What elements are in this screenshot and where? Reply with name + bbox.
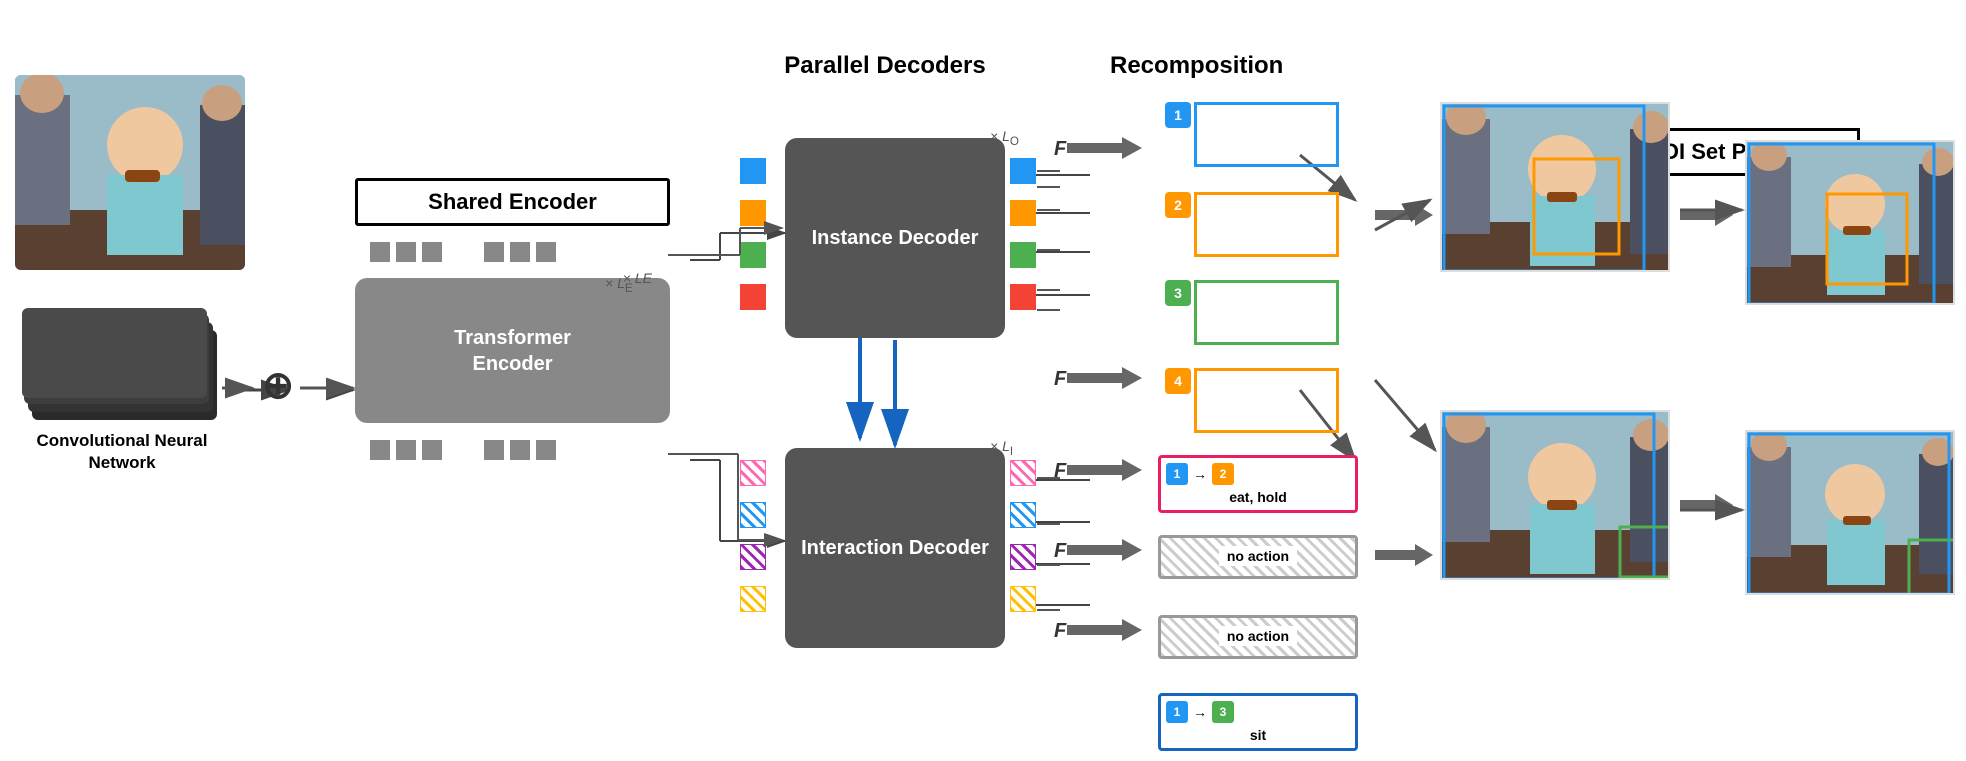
interaction-decoder-box: Interaction Decoder — [785, 448, 1005, 648]
result-image-2 — [1440, 410, 1670, 580]
f-label-3: F — [1054, 460, 1066, 483]
interaction-decoder-label: Interaction Decoder — [801, 535, 989, 561]
to-hoi-arrow-2 — [1680, 490, 1735, 525]
transformer-encoder-box: × LE TransformerEncoder — [355, 278, 670, 423]
instance-box-3: 3 — [1165, 280, 1339, 345]
f-arrow-2 — [1067, 363, 1147, 400]
interaction-result-2: no action — [1158, 535, 1358, 579]
shared-encoder-box: Shared Encoder — [355, 178, 670, 226]
parallel-decoders-label: Parallel Decoders — [720, 52, 1050, 80]
f-label-1: F — [1054, 138, 1066, 161]
interaction-result-3: no action — [1158, 615, 1358, 659]
shared-encoder-label: Shared Encoder — [428, 189, 597, 214]
no-action-label-1: no action — [1219, 546, 1297, 566]
f-label-4: F — [1054, 540, 1066, 563]
input-image — [15, 75, 245, 270]
instance-box-2: 2 — [1165, 192, 1339, 257]
interaction-result-4: 1 → 3 sit — [1158, 693, 1358, 751]
interaction-result-1: 1 → 2 eat, hold — [1158, 455, 1358, 513]
f-label-2: F — [1054, 368, 1066, 391]
times-le: × LE — [605, 275, 633, 295]
cnn-visual — [22, 310, 222, 420]
instance-decoder-label: Instance Decoder — [812, 225, 979, 251]
result-image-1 — [1440, 102, 1670, 272]
diagram-container: Convolutional Neural Network ⊕ Shared En… — [0, 0, 1966, 761]
plus-symbol: ⊕ — [258, 365, 298, 405]
instance-decoder-box: Instance Decoder — [785, 138, 1005, 338]
eat-hold-label: eat, hold — [1166, 489, 1350, 505]
f-arrow-5 — [1067, 615, 1147, 652]
instance-decoder-outputs — [1010, 158, 1036, 310]
recomp-to-result-arrow-1 — [1375, 200, 1435, 235]
instance-decoder-inputs — [740, 158, 766, 310]
f-label-5: F — [1054, 620, 1066, 643]
hoi-result-image-1 — [1745, 140, 1955, 305]
f-arrow-4 — [1067, 535, 1147, 572]
no-action-label-2: no action — [1219, 626, 1297, 646]
transformer-encoder-label: TransformerEncoder — [454, 327, 571, 375]
recomposition-label: Recomposition — [1110, 52, 1283, 80]
enc-squares-bottom-left — [370, 440, 556, 460]
sit-label: sit — [1166, 727, 1350, 743]
to-hoi-arrow-1 — [1680, 200, 1735, 235]
instance-box-1: 1 — [1165, 102, 1339, 167]
cnn-label: Convolutional Neural Network — [22, 430, 222, 474]
hoi-result-image-2 — [1745, 430, 1955, 595]
interaction-decoder-inputs — [740, 460, 766, 612]
f-arrow-3 — [1067, 455, 1147, 492]
interaction-decoder-outputs — [1010, 460, 1036, 612]
f-arrow-1 — [1067, 133, 1147, 170]
recomp-to-result-arrow-2 — [1375, 540, 1435, 575]
enc-squares-top-left — [370, 242, 556, 262]
instance-box-4: 4 — [1165, 368, 1339, 433]
